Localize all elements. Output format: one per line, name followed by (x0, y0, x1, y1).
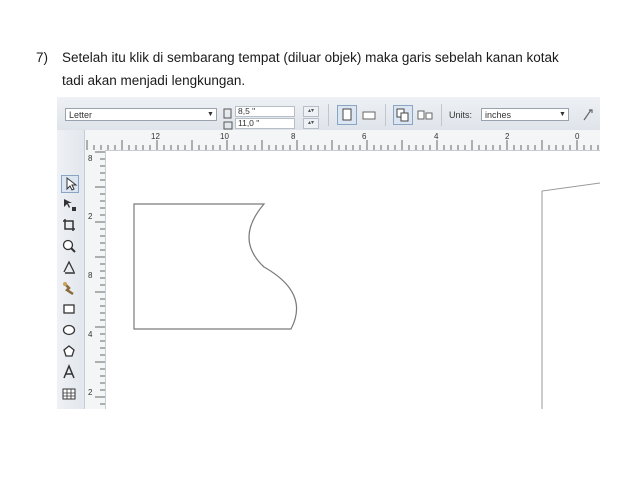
coreldraw-window: Letter ▼ 8,5 " ▴▾ 11,0 " ▴▾ Units: inche… (57, 97, 600, 409)
instruction-text: Setelah itu klik di sembarang tempat (di… (62, 46, 622, 92)
smart-fill-tool[interactable] (61, 280, 79, 298)
nudge-icon (581, 108, 595, 122)
vruler-label: 2 (88, 212, 93, 221)
zoom-tool-icon (62, 239, 76, 253)
paper-size-select[interactable]: Letter ▼ (65, 108, 217, 121)
ellipse-tool-icon (62, 324, 76, 336)
landscape-icon (362, 111, 376, 120)
vruler-label: 8 (88, 154, 93, 163)
freehand-tool-icon (63, 260, 75, 274)
instruction-line-1: Setelah itu klik di sembarang tempat (di… (62, 50, 559, 65)
polygon-tool[interactable] (61, 343, 79, 361)
hruler-label: 12 (151, 132, 160, 141)
current-page-button[interactable] (415, 105, 435, 125)
crop-tool[interactable] (61, 217, 79, 235)
page-height-value: 11,0 " (238, 118, 260, 128)
rectangle-tool-icon (63, 304, 75, 314)
hruler-label: 6 (362, 132, 367, 141)
toolbar-divider (385, 104, 386, 126)
canvas-drawing (133, 182, 600, 409)
toolbar-divider (441, 104, 442, 126)
hruler-label: 8 (291, 132, 296, 141)
hruler-label: 0 (575, 132, 580, 141)
shape-tool-icon (64, 199, 76, 211)
page-width-value: 8,5 " (238, 106, 256, 116)
toolbox (57, 130, 85, 409)
landscape-size-icon (223, 118, 233, 130)
toolbar-divider (328, 104, 329, 126)
drawing-canvas[interactable] (106, 151, 600, 409)
table-tool-icon (62, 388, 76, 400)
page-width-spinner[interactable]: ▴▾ (303, 106, 319, 117)
portrait-button[interactable] (337, 105, 357, 125)
shape-tool[interactable] (61, 196, 79, 214)
pick-tool-icon (66, 176, 78, 191)
vruler-label: 4 (88, 330, 93, 339)
page-border (541, 182, 600, 409)
portrait-size-icon (223, 106, 233, 119)
page-height-spinner[interactable]: ▴▾ (303, 118, 319, 129)
instruction-line-2: tadi akan menjadi lengkungan. (62, 73, 246, 88)
curved-rectangle-shape[interactable] (133, 203, 298, 330)
hruler-label: 10 (220, 132, 229, 141)
instruction-number: 7) (36, 50, 49, 65)
units-value: inches (485, 110, 512, 120)
text-tool-icon (63, 364, 75, 379)
units-label: Units: (449, 110, 473, 120)
landscape-button[interactable] (359, 105, 379, 125)
zoom-tool[interactable] (61, 238, 79, 256)
hruler-label: 2 (505, 132, 510, 141)
property-bar: Letter ▼ 8,5 " ▴▾ 11,0 " ▴▾ Units: inche… (57, 97, 600, 131)
vruler-label: 8 (88, 271, 93, 280)
polygon-tool-icon (63, 345, 75, 357)
pick-tool[interactable] (61, 175, 79, 193)
units-select[interactable]: inches ▼ (481, 108, 569, 121)
vruler-label: 2 (88, 388, 93, 397)
paper-size-value: Letter (69, 110, 93, 120)
ellipse-tool[interactable] (61, 322, 79, 340)
hruler-label: 4 (434, 132, 439, 141)
horizontal-ruler-ticks (86, 140, 599, 150)
horizontal-ruler[interactable]: 12 10 8 6 4 2 0 (85, 130, 600, 151)
table-tool[interactable] (61, 385, 79, 403)
chevron-down-icon: ▼ (207, 111, 214, 118)
text-tool[interactable] (61, 364, 79, 382)
all-pages-icon (396, 108, 409, 122)
smart-fill-icon (63, 282, 74, 296)
vertical-ruler[interactable]: 8 2 8 4 2 (85, 150, 106, 409)
all-pages-button[interactable] (393, 105, 413, 125)
portrait-icon (342, 108, 352, 121)
crop-tool-icon (63, 219, 75, 231)
rectangle-tool[interactable] (61, 301, 79, 319)
chevron-down-icon: ▼ (559, 111, 566, 118)
current-page-icon (417, 110, 433, 120)
freehand-tool[interactable] (61, 259, 79, 277)
